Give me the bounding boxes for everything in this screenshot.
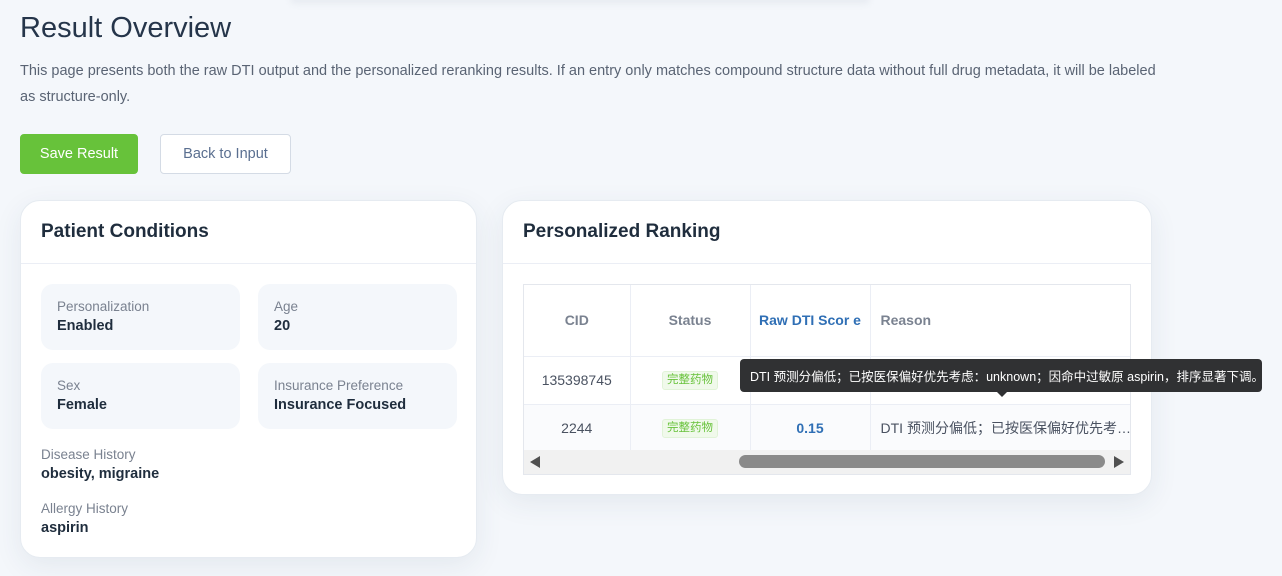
disease-history-field: Disease History obesity, migraine xyxy=(41,446,159,484)
page-title: Result Overview xyxy=(20,12,232,44)
field-label: Age xyxy=(274,299,299,314)
field-label: Allergy History xyxy=(41,501,129,516)
column-header-cid[interactable]: CID xyxy=(524,285,631,357)
status-cell: 完整药物 xyxy=(630,356,751,405)
personalization-tile: Personalization Enabled xyxy=(41,284,240,350)
field-label: Sex xyxy=(57,378,81,393)
personalized-ranking-card: Personalized Ranking CID Status Raw DTI … xyxy=(502,200,1152,495)
column-header-reason[interactable]: Reason xyxy=(870,285,1130,357)
age-tile: Age 20 xyxy=(258,284,457,350)
card-title: Personalized Ranking xyxy=(523,221,721,242)
score-cell: 0.15 xyxy=(750,404,871,453)
patient-conditions-card: Patient Conditions Personalization Enabl… xyxy=(20,200,477,558)
back-to-input-button[interactable]: Back to Input xyxy=(160,134,291,174)
status-cell: 完整药物 xyxy=(630,404,751,453)
scrollbar-thumb[interactable] xyxy=(739,455,1105,468)
horizontal-scrollbar[interactable] xyxy=(524,450,1130,474)
card-header: Personalized Ranking xyxy=(503,201,1151,264)
field-value: Insurance Focused xyxy=(274,397,407,413)
table-header-row: CID Status Raw DTI Scor e Reason xyxy=(524,285,1130,357)
field-value: aspirin xyxy=(41,520,89,536)
reason-cell[interactable]: DTI 预测分偏低；已按医保偏好优先考虑：unknown；因命中过敏原 aspi… xyxy=(870,404,1130,453)
field-value: obesity, migraine xyxy=(41,466,160,482)
field-label: Insurance Preference xyxy=(274,378,404,393)
allergy-history-field: Allergy History aspirin xyxy=(41,500,128,538)
page-description: This page presents both the raw DTI outp… xyxy=(20,63,1156,105)
card-title: Patient Conditions xyxy=(41,221,209,242)
card-header: Patient Conditions xyxy=(21,201,476,264)
table-row[interactable]: 2244 完整药物 0.15 DTI 预测分偏低；已按医保偏好优先考虑：unkn… xyxy=(524,404,1130,453)
reason-tooltip: DTI 预测分偏低；已按医保偏好优先考虑：unknown；因命中过敏原 aspi… xyxy=(740,359,1264,392)
field-value: Enabled xyxy=(57,318,114,334)
cid-cell: 135398745 xyxy=(524,356,631,405)
field-value: Female xyxy=(57,397,107,413)
status-badge: 完整药物 xyxy=(662,371,718,390)
sex-tile: Sex Female xyxy=(41,363,240,429)
scroll-left-icon[interactable] xyxy=(530,456,540,468)
save-result-button[interactable]: Save Result xyxy=(20,134,138,174)
cid-cell: 2244 xyxy=(524,404,631,453)
field-label: Personalization xyxy=(57,299,150,314)
scroll-right-icon[interactable] xyxy=(1114,456,1124,468)
status-badge: 完整药物 xyxy=(662,419,718,438)
top-shadow-decoration xyxy=(290,0,870,4)
insurance-tile: Insurance Preference Insurance Focused xyxy=(258,363,457,429)
tooltip-arrow xyxy=(996,391,1008,397)
column-header-raw-dti-score[interactable]: Raw DTI Scor e xyxy=(750,285,871,357)
field-value: 20 xyxy=(274,318,291,334)
field-label: Disease History xyxy=(41,447,136,462)
column-header-status[interactable]: Status xyxy=(630,285,751,357)
